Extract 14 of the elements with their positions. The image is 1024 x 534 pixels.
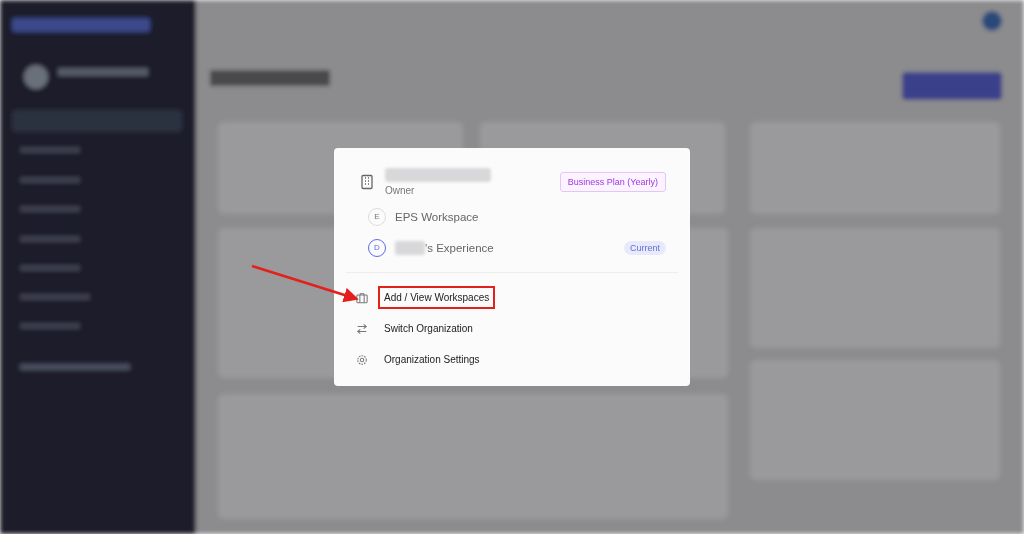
workspace-name: 's Experience	[425, 241, 494, 254]
menu-item[interactable]: Switch Organization	[378, 317, 479, 340]
workspace-item[interactable]: D 's Experience Current	[346, 237, 678, 258]
current-badge: Current	[624, 240, 666, 255]
plan-badge: Business Plan (Yearly)	[559, 172, 666, 192]
swap-arrows-icon	[356, 322, 368, 335]
role-label: Owner	[385, 185, 416, 196]
menu-item[interactable]: Add / View Workspaces	[378, 286, 496, 309]
building-icon	[359, 174, 375, 190]
workspace-name: EPS Workspace	[395, 210, 479, 223]
workspace-item[interactable]: E EPS Workspace	[346, 206, 678, 227]
briefcase-icon	[356, 291, 368, 304]
menu-item[interactable]: Organization Settings	[378, 348, 486, 371]
settings-icon	[356, 353, 368, 366]
